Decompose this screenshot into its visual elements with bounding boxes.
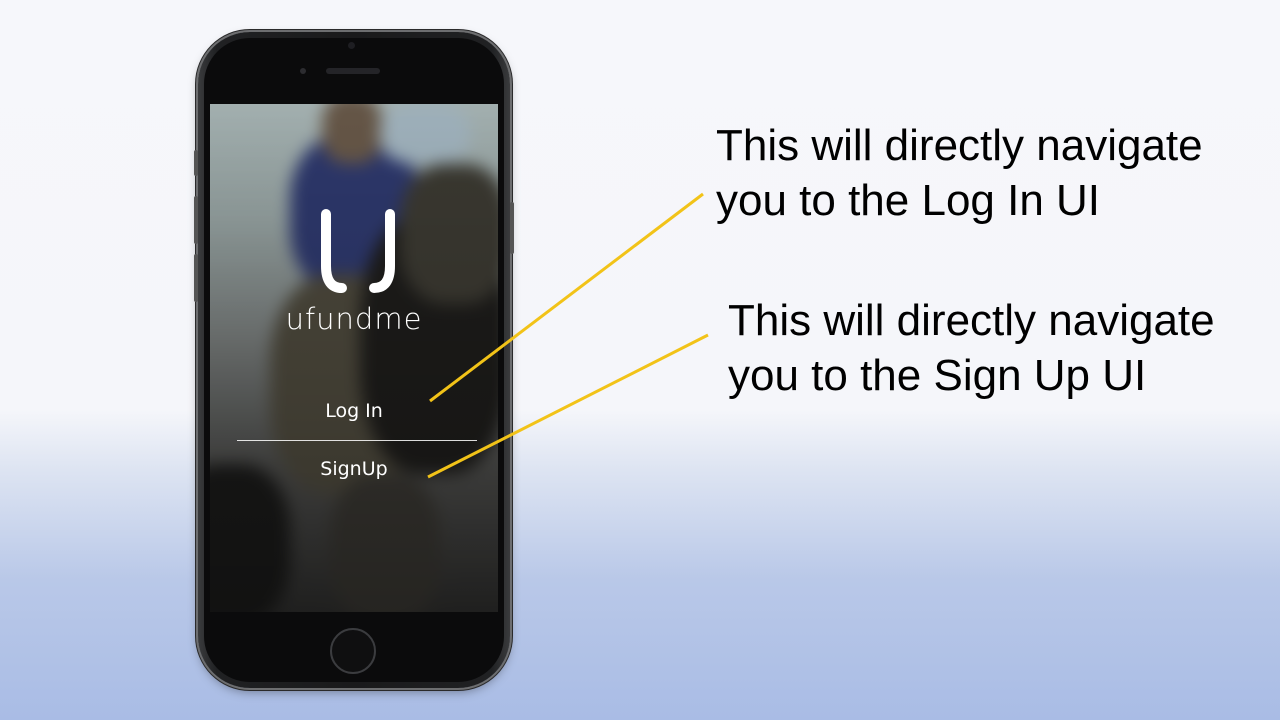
signup-annotation-line1: This will directly navigate (728, 296, 1215, 345)
signup-link[interactable]: SignUp (210, 458, 498, 480)
login-annotation: This will directly navigate you to the L… (716, 118, 1203, 228)
login-link[interactable]: Log In (210, 400, 498, 422)
mute-switch (194, 150, 198, 176)
u-logo-icon (321, 209, 395, 293)
brand-name: ufundme (285, 302, 423, 336)
signup-annotation: This will directly navigate you to the S… (728, 293, 1215, 403)
volume-down-button (194, 254, 198, 302)
front-camera (348, 42, 355, 49)
phone-mockup: ufundme Log In SignUp (194, 32, 514, 688)
power-button (510, 202, 514, 254)
earpiece-speaker (326, 68, 380, 74)
home-button (330, 628, 376, 674)
app-screen: ufundme Log In SignUp (210, 104, 498, 612)
volume-up-button (194, 196, 198, 244)
background-overlay (210, 104, 498, 612)
login-annotation-line2: you to the Log In UI (716, 176, 1101, 225)
login-annotation-line1: This will directly navigate (716, 121, 1203, 170)
signup-annotation-line2: you to the Sign Up UI (728, 351, 1147, 400)
menu-divider (237, 440, 477, 441)
proximity-sensor (300, 68, 306, 74)
